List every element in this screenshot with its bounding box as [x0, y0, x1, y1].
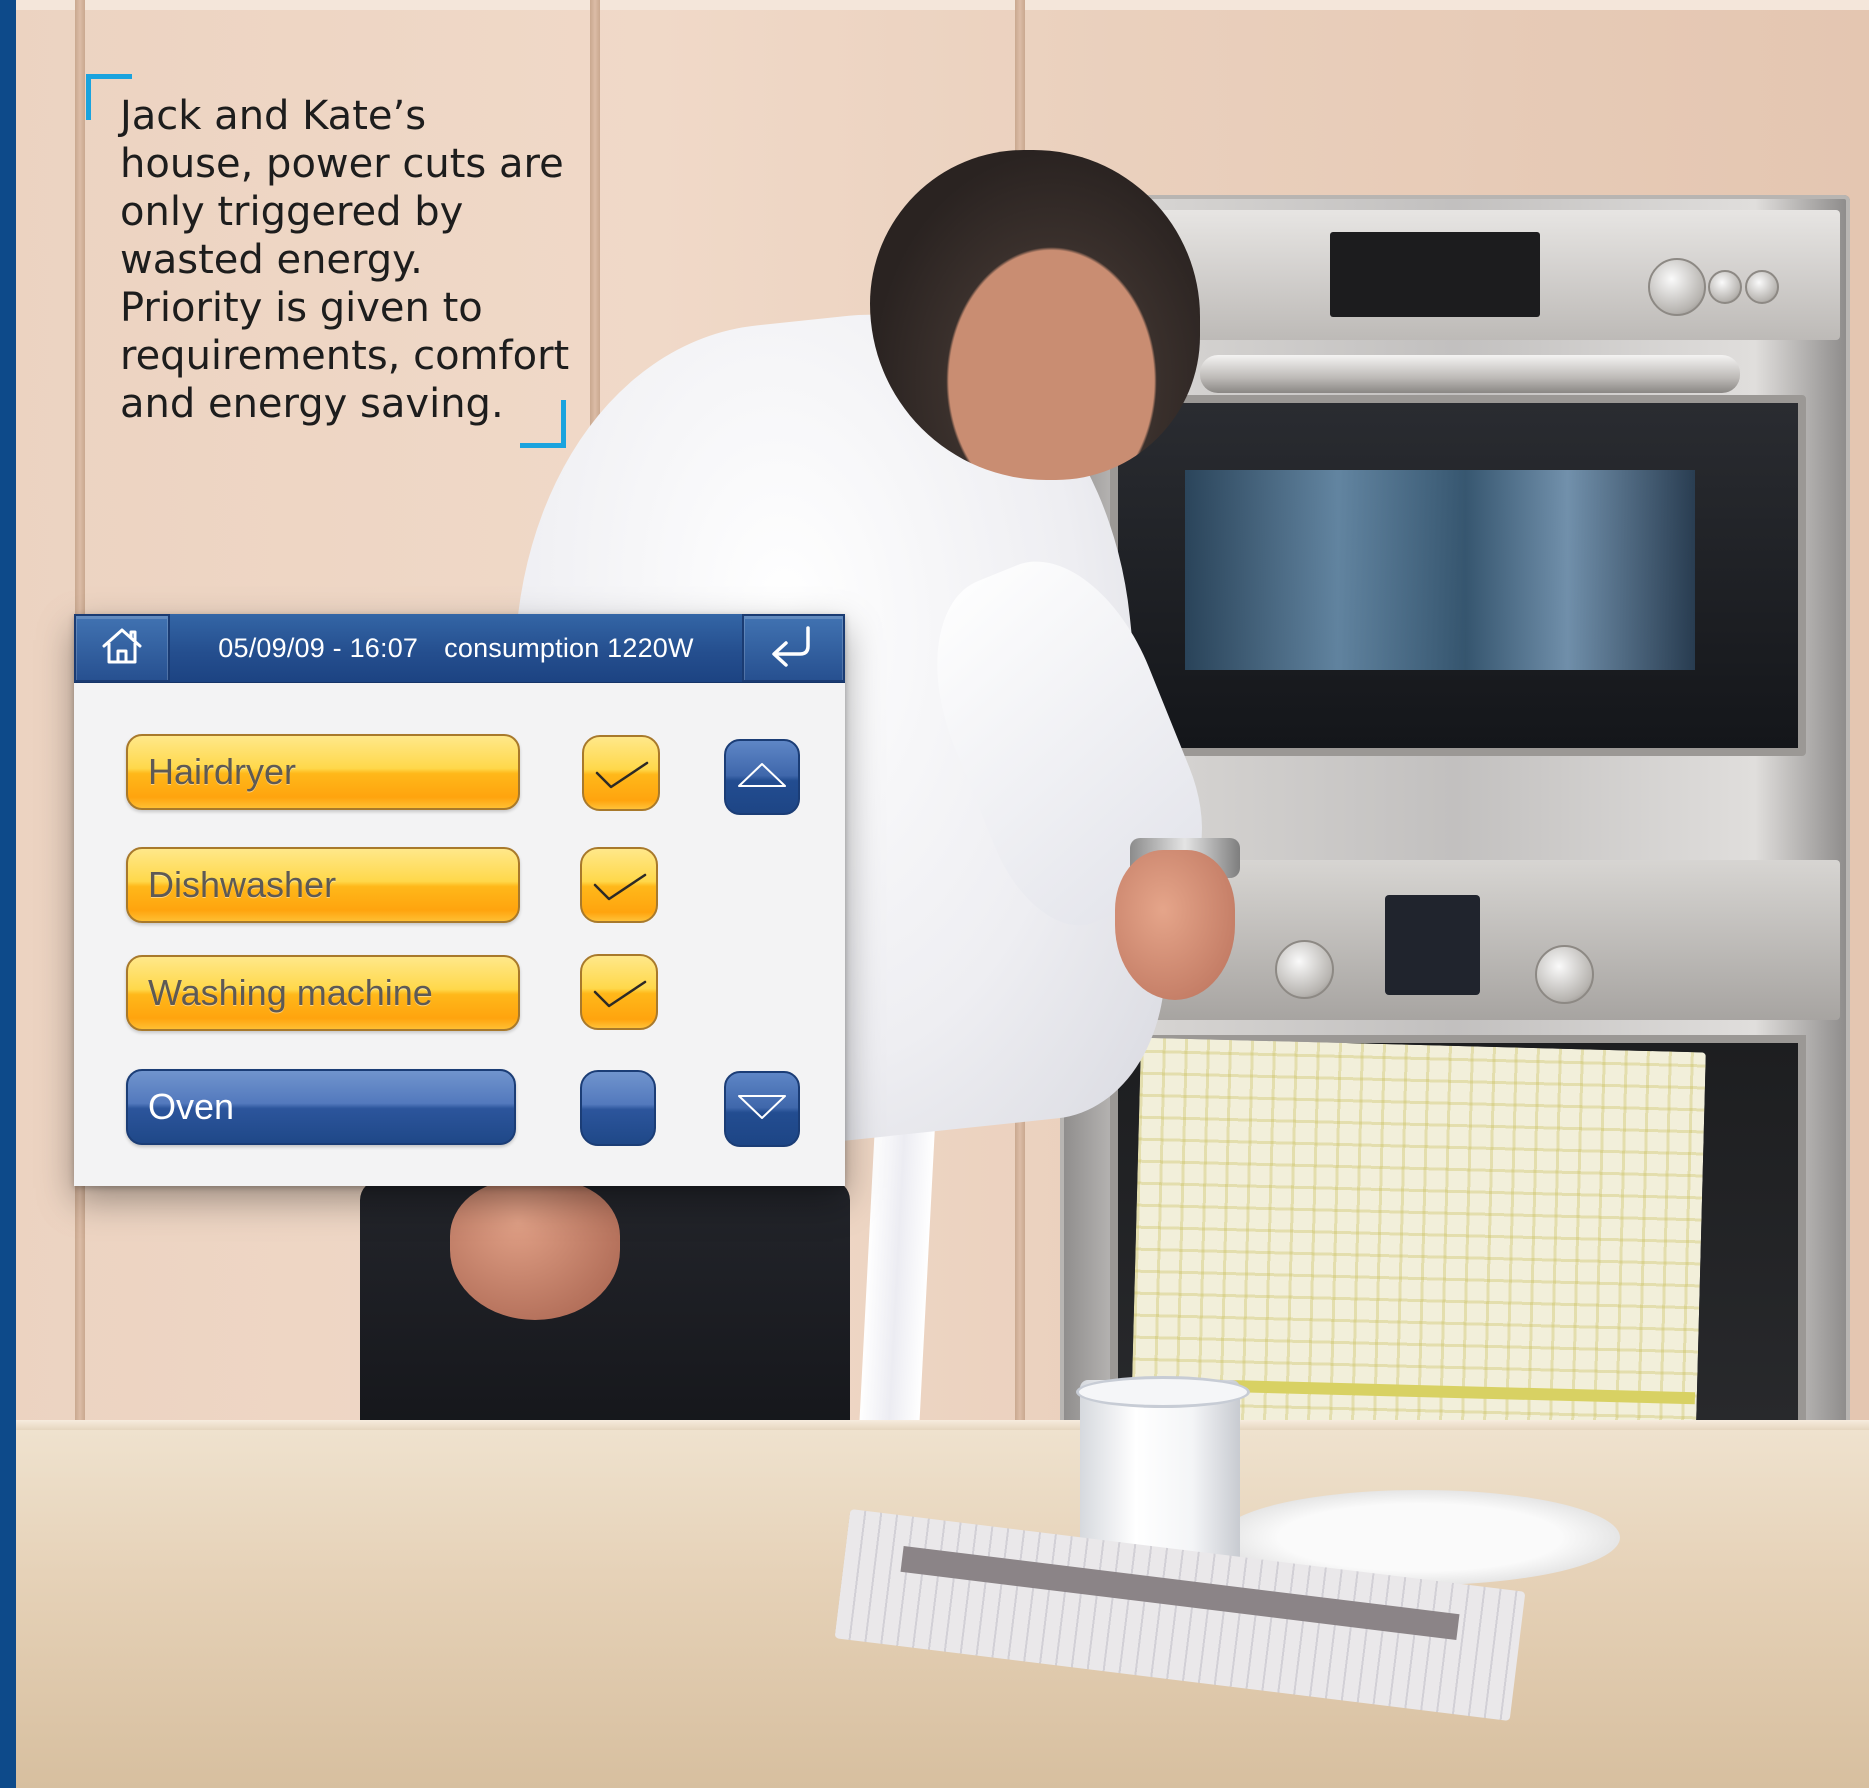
- panel-header: 05/09/09 - 16:07 consumption 1220W: [74, 614, 845, 683]
- home-button[interactable]: [74, 614, 170, 682]
- caption-text: Jack and Kate’s house, power cuts are on…: [120, 93, 570, 427]
- device-button-hairdryer[interactable]: Hairdryer: [126, 734, 520, 810]
- scroll-up-icon: [735, 760, 789, 795]
- checkmark-icon: [591, 749, 651, 798]
- device-button-oven[interactable]: Oven: [126, 1069, 516, 1145]
- home-icon: [98, 624, 146, 673]
- scroll-up-button[interactable]: [724, 739, 800, 815]
- device-checkbox-hairdryer[interactable]: [582, 735, 660, 811]
- status-bar: 05/09/09 - 16:07 consumption 1220W: [170, 614, 742, 682]
- device-button-washing-machine[interactable]: Washing machine: [126, 955, 520, 1031]
- device-checkbox-dishwasher[interactable]: [580, 847, 658, 923]
- caption-bracket-bottom-right: [520, 400, 566, 448]
- side-accent-stripe: [0, 0, 16, 1788]
- checkmark-icon: [589, 968, 649, 1017]
- device-checkbox-oven[interactable]: [580, 1070, 656, 1146]
- back-button[interactable]: [742, 614, 845, 682]
- datetime-label: 05/09/09 - 16:07: [218, 632, 419, 663]
- load-priority-panel: 05/09/09 - 16:07 consumption 1220W Haird…: [74, 614, 845, 1186]
- checkmark-icon: [589, 861, 649, 910]
- scroll-down-icon: [735, 1092, 789, 1127]
- device-button-dishwasher[interactable]: Dishwasher: [126, 847, 520, 923]
- scroll-down-button[interactable]: [724, 1071, 800, 1147]
- return-arrow-icon: [764, 624, 824, 673]
- device-checkbox-washing-machine[interactable]: [580, 954, 658, 1030]
- consumption-label: consumption 1220W: [444, 632, 694, 663]
